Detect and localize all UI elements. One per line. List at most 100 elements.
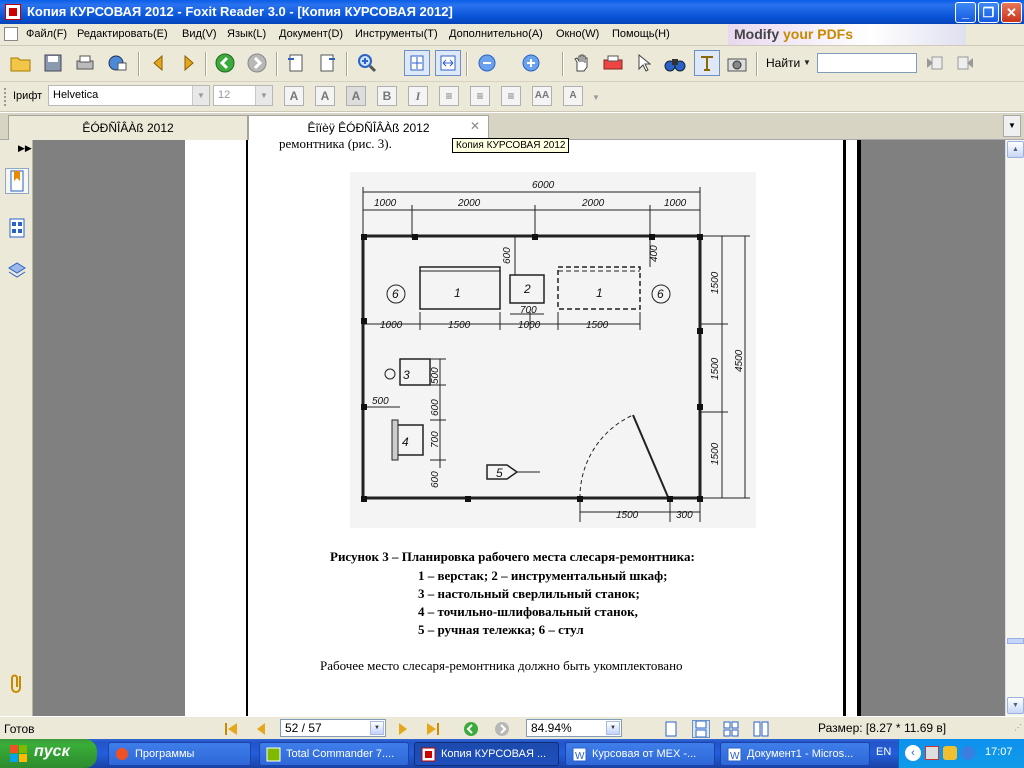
save-icon[interactable] <box>40 50 66 76</box>
scroll-down-button[interactable]: ▼ <box>1007 697 1024 714</box>
tabs-list-button[interactable]: ▼ <box>1003 115 1021 137</box>
facing-view-icon[interactable] <box>722 720 740 738</box>
menu-advanced[interactable]: Дополнительно(A) <box>449 28 543 40</box>
dim-seg4: 1000 <box>664 198 687 209</box>
text-select-icon[interactable] <box>694 50 720 76</box>
italic-icon[interactable]: I <box>408 86 428 106</box>
windows-taskbar: пуск Программы Total Commander 7.... Коп… <box>0 739 1024 768</box>
layers-icon[interactable] <box>5 258 29 284</box>
align-left-icon[interactable]: ≡ <box>439 86 459 106</box>
tab-tooltip: Копия КУРСОВАЯ 2012 <box>452 138 570 153</box>
close-button[interactable]: ✕ <box>1001 2 1022 23</box>
continuous-facing-view-icon[interactable] <box>752 720 770 738</box>
font-size-select[interactable]: 12 ▼ <box>213 85 273 106</box>
tab-close-icon[interactable]: ✕ <box>470 119 480 133</box>
back-status-icon[interactable] <box>462 720 480 738</box>
bold-icon[interactable]: B <box>377 86 397 106</box>
find-next-icon[interactable] <box>952 50 978 76</box>
rotate-left-icon[interactable] <box>283 50 309 76</box>
chevron-down-icon: ▼ <box>606 721 620 735</box>
snapshot-camera-icon[interactable] <box>724 50 750 76</box>
scroll-up-button[interactable]: ▲ <box>1007 141 1024 158</box>
align-right-icon[interactable]: ≡ <box>501 86 521 106</box>
select-arrow-icon[interactable] <box>631 50 657 76</box>
menu-file[interactable]: Файл(F) <box>26 28 67 40</box>
previous-page-icon[interactable] <box>145 50 171 76</box>
task-kursovaya[interactable]: W Курсовая от МЕХ -... <box>565 742 715 766</box>
zoom-in-icon[interactable] <box>354 50 380 76</box>
start-button[interactable]: пуск <box>0 739 97 768</box>
banner-text-1: Modify <box>734 26 783 42</box>
next-page-icon[interactable] <box>176 50 202 76</box>
menu-edit[interactable]: Редактировать(E) <box>77 28 168 40</box>
zoom-in-circle-icon[interactable] <box>518 50 544 76</box>
text-highlight-icon[interactable]: A <box>346 86 366 106</box>
foxit-app-icon[interactable] <box>5 4 21 20</box>
menu-language[interactable]: Язык(L) <box>227 28 266 40</box>
page-thumbnails-icon[interactable] <box>5 215 29 241</box>
resize-grip-icon[interactable]: ⋰ <box>1014 723 1022 732</box>
banner-text-2: your PDFs <box>783 26 854 42</box>
tray-expand-icon[interactable]: ‹ <box>905 745 921 761</box>
text-outline-icon[interactable]: A <box>315 86 335 106</box>
hand-tool-icon[interactable] <box>569 50 595 76</box>
first-page-icon[interactable] <box>222 720 240 738</box>
forward-icon[interactable] <box>244 50 270 76</box>
rotate-right-icon[interactable] <box>314 50 340 76</box>
tray-network-icon[interactable] <box>943 746 957 760</box>
page-right-border <box>843 140 846 716</box>
figure-caption-line: 5 – ручная тележка; 6 – стул <box>418 622 584 637</box>
page-number-input[interactable]: 52 / 57 ▼ <box>280 719 386 737</box>
maximize-button[interactable]: ❐ <box>978 2 999 23</box>
document-tab-bar: ÊÓÐÑÎÂÀß 2012 Êîïèÿ ÊÓÐÑÎÂÀß 2012 ✕ <box>0 113 1024 140</box>
forward-status-icon[interactable] <box>493 720 511 738</box>
label-drill-press: 3 <box>403 368 410 382</box>
menu-view[interactable]: Вид(V) <box>182 28 217 40</box>
vertical-scrollbar[interactable]: ▲ ▼ <box>1005 140 1024 716</box>
task-foxit-reader[interactable]: Копия КУРСОВАЯ ... <box>414 742 559 766</box>
zoom-out-circle-icon[interactable] <box>474 50 500 76</box>
dim-v700: 700 <box>430 431 441 448</box>
clock[interactable]: 17:07 <box>985 746 1013 758</box>
fit-width-icon[interactable] <box>435 50 461 76</box>
task-document1[interactable]: W Документ1 - Micros... <box>720 742 870 766</box>
font-select[interactable]: Helvetica ▼ <box>48 85 210 106</box>
language-indicator[interactable]: EN <box>876 746 891 758</box>
continuous-view-icon[interactable] <box>692 720 710 738</box>
tab-document-1[interactable]: ÊÓÐÑÎÂÀß 2012 <box>8 115 248 140</box>
single-page-view-icon[interactable] <box>662 720 680 738</box>
text-color-icon[interactable]: A <box>284 86 304 106</box>
attachment-paperclip-icon[interactable] <box>5 670 29 696</box>
modify-pdfs-banner[interactable]: Modify your PDFs <box>728 24 966 45</box>
typewriter-icon[interactable] <box>600 50 626 76</box>
zoom-level-input[interactable]: 84.94% ▼ <box>526 719 622 737</box>
toolbar-grip[interactable] <box>4 88 6 106</box>
task-total-commander[interactable]: Total Commander 7.... <box>259 742 409 766</box>
word-spacing-icon[interactable]: A <box>563 86 583 106</box>
next-page-status-icon[interactable] <box>394 720 412 738</box>
bookmarks-icon[interactable] <box>5 168 29 194</box>
email-globe-icon[interactable] <box>104 50 130 76</box>
find-input[interactable] <box>817 53 917 73</box>
tray-volume-icon[interactable] <box>961 746 975 760</box>
task-programs[interactable]: Программы <box>108 742 251 766</box>
print-icon[interactable] <box>72 50 98 76</box>
expand-panel-icon[interactable]: ▶▶ <box>18 143 32 154</box>
character-spacing-icon[interactable]: AA <box>532 86 552 106</box>
tray-app-icon[interactable] <box>925 746 939 760</box>
fit-page-icon[interactable] <box>404 50 430 76</box>
align-center-icon[interactable]: ≡ <box>470 86 490 106</box>
menu-help[interactable]: Помощь(H) <box>612 28 670 40</box>
minimize-button[interactable]: _ <box>955 2 976 23</box>
open-folder-icon[interactable] <box>8 50 34 76</box>
find-previous-icon[interactable] <box>922 50 948 76</box>
menu-document[interactable]: Документ(D) <box>279 28 343 40</box>
prev-page-icon[interactable] <box>252 720 270 738</box>
document-icon[interactable] <box>4 27 18 41</box>
binoculars-icon[interactable] <box>662 50 688 76</box>
scroll-thumb[interactable] <box>1007 638 1024 644</box>
last-page-icon[interactable] <box>424 720 442 738</box>
menu-tools[interactable]: Инструменты(T) <box>355 28 438 40</box>
menu-window[interactable]: Окно(W) <box>556 28 599 40</box>
back-icon[interactable] <box>212 50 238 76</box>
